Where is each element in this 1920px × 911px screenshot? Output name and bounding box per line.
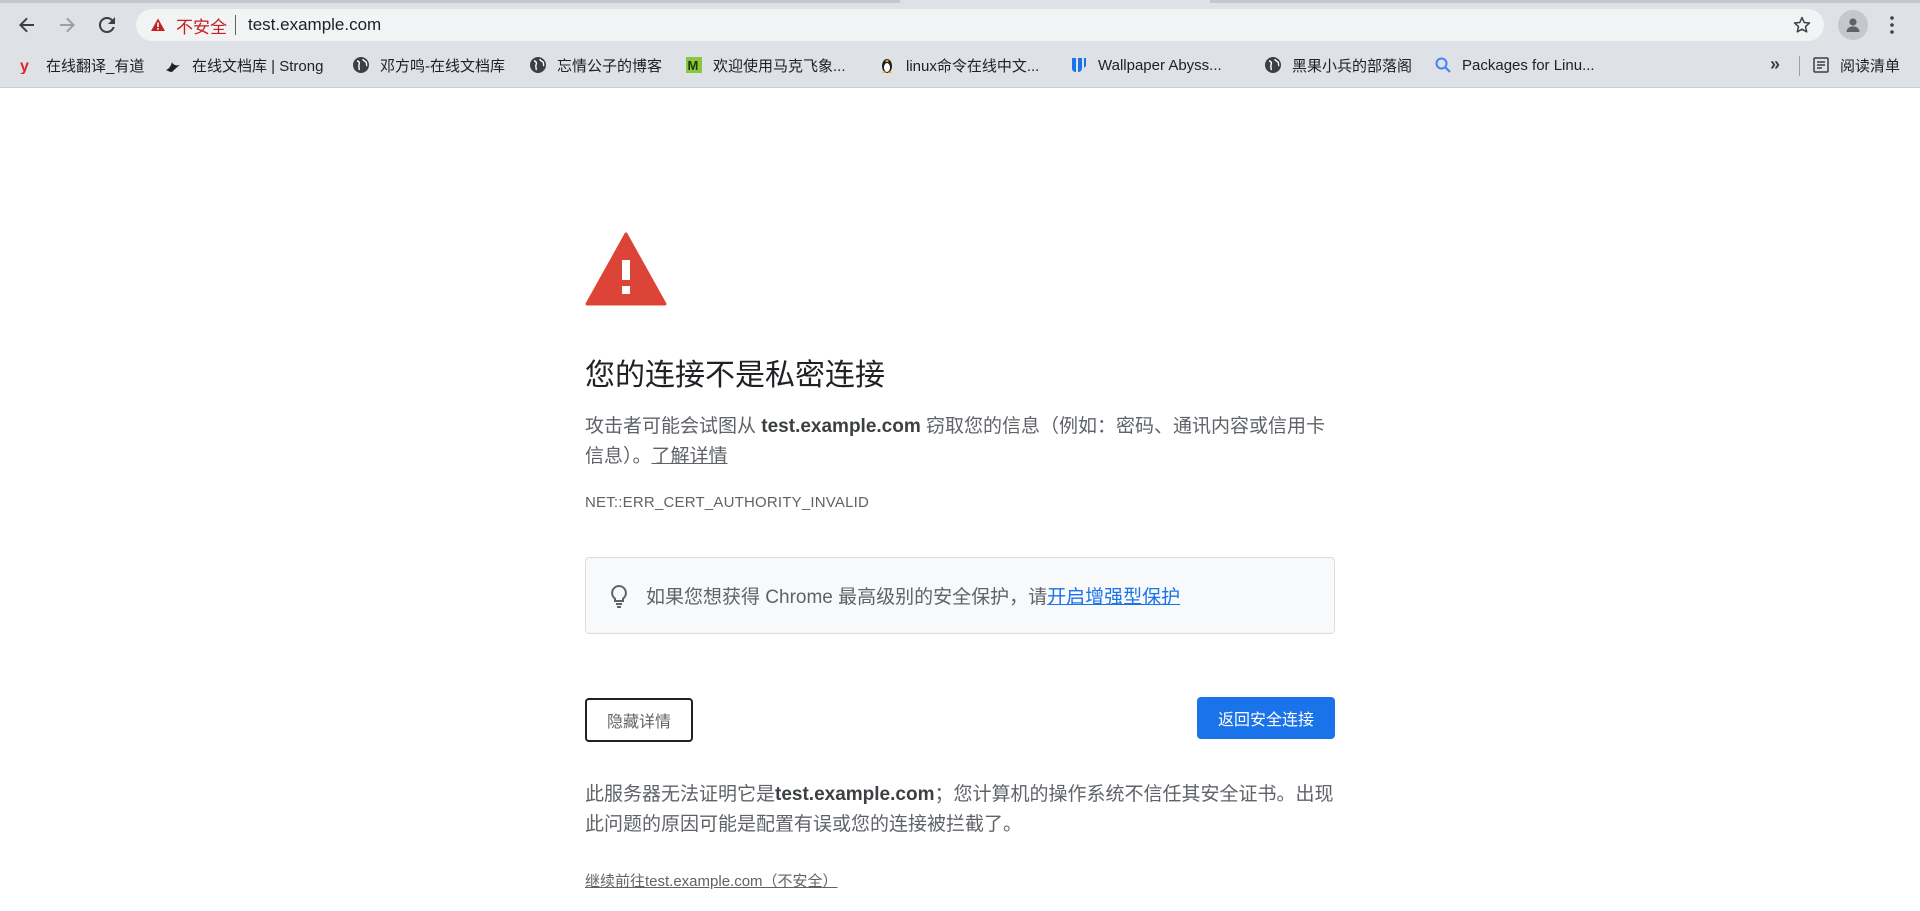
explanation-paragraph: 攻击者可能会试图从 test.example.com 窃取您的信息（例如：密码、… — [585, 412, 1335, 472]
reload-icon — [98, 16, 115, 33]
globe-icon — [529, 56, 547, 74]
kebab-menu-icon — [1890, 16, 1894, 34]
bookmark-label: linux命令在线中文... — [906, 57, 1040, 75]
star-icon[interactable] — [1792, 15, 1812, 35]
bookmark-label: Wallpaper Abyss... — [1098, 56, 1222, 74]
bookmark-item[interactable]: M 欢迎使用马克飞象... — [685, 52, 846, 78]
not-secure-warning-icon[interactable] — [150, 17, 166, 33]
bookmark-item[interactable]: 在线文档库 | Strong — [164, 52, 323, 78]
bookmark-label: 欢迎使用马克飞象... — [713, 57, 846, 75]
globe-icon — [1264, 56, 1282, 74]
globe-icon — [352, 56, 370, 74]
youdao-icon: y — [18, 56, 36, 74]
error-code[interactable]: NET::ERR_CERT_AUTHORITY_INVALID — [585, 494, 869, 511]
proceed-unsafe-link[interactable]: 继续前往test.example.com（不安全） — [585, 870, 838, 891]
bookmark-item[interactable]: 忘情公子的博客 — [529, 52, 662, 78]
bookmark-label: 黑果小兵的部落阁 — [1292, 57, 1413, 75]
bookmark-item[interactable]: linux命令在线中文... — [878, 52, 1039, 78]
learn-more-link[interactable]: 了解详情 — [652, 446, 728, 467]
enhanced-protection-box: 如果您想获得 Chrome 最高级别的安全保护，请开启增强型保护 — [585, 557, 1335, 634]
back-to-safety-button[interactable]: 返回安全连接 — [1197, 697, 1335, 739]
warning-triangle-icon — [585, 232, 667, 306]
explanation-text-pre: 攻击者可能会试图从 — [585, 416, 762, 437]
tab-strip-right — [1210, 0, 1920, 3]
bookmarks-divider — [1799, 56, 1800, 76]
svg-text:M: M — [688, 58, 699, 73]
details-text-pre: 此服务器无法证明它是 — [585, 784, 776, 805]
profile-avatar-button[interactable] — [1838, 10, 1868, 40]
browser-chrome: 不安全 test.example.com y 在线翻译_有道 在线文档库 | S… — [0, 0, 1920, 88]
omnibox[interactable]: 不安全 test.example.com — [136, 9, 1824, 41]
page-title: 您的连接不是私密连接 — [585, 359, 885, 392]
forward-nav-button[interactable] — [52, 10, 82, 40]
bookmarks-bar: y 在线翻译_有道 在线文档库 | Strong 邓方鸣-在线文档库 忘情公子的… — [0, 50, 1920, 80]
svg-text:y: y — [20, 58, 29, 74]
url-text[interactable]: test.example.com — [248, 15, 381, 35]
enable-enhanced-protection-link[interactable]: 开启增强型保护 — [1047, 587, 1180, 608]
bookmark-label: Packages for Linu... — [1462, 56, 1595, 74]
bookmark-label: 忘情公子的博客 — [557, 57, 663, 75]
bird-icon — [164, 56, 182, 74]
back-nav-button[interactable] — [12, 10, 42, 40]
menu-button[interactable] — [1882, 10, 1902, 40]
enhanced-protection-prompt: 如果您想获得 Chrome 最高级别的安全保护，请 — [646, 587, 1048, 608]
tab-strip — [0, 0, 900, 3]
bookmarks-overflow-button[interactable]: » — [1770, 54, 1780, 75]
person-icon — [1846, 18, 1860, 32]
reading-list-label: 阅读清单 — [1840, 57, 1901, 75]
bookmark-item[interactable]: 邓方鸣-在线文档库 — [352, 52, 505, 78]
wallpaper-icon — [1070, 56, 1088, 74]
bookmark-item[interactable]: 黑果小兵的部落阁 — [1264, 52, 1412, 78]
bookmark-item[interactable]: y 在线翻译_有道 — [18, 52, 144, 78]
enhanced-protection-text: 如果您想获得 Chrome 最高级别的安全保护，请开启增强型保护 — [646, 582, 1180, 609]
details-paragraph: 此服务器无法证明它是test.example.com；您计算机的操作系统不信任其… — [585, 780, 1335, 840]
details-host: test.example.com — [775, 784, 935, 805]
bookmark-label: 邓方鸣-在线文档库 — [380, 57, 505, 75]
explanation-host: test.example.com — [761, 416, 921, 437]
maxiang-icon: M — [685, 56, 703, 74]
not-secure-label[interactable]: 不安全 — [176, 13, 227, 38]
search-icon — [1434, 56, 1452, 74]
toolbar: 不安全 test.example.com — [0, 6, 1920, 44]
reading-list-icon — [1813, 57, 1829, 73]
hide-details-button[interactable]: 隐藏详情 — [585, 698, 693, 742]
omnibox-divider — [235, 15, 236, 35]
bookmark-label: 在线文档库 | Strong — [192, 57, 324, 75]
bookmark-item[interactable]: Packages for Linu... — [1434, 52, 1595, 78]
reading-list-button[interactable]: 阅读清单 — [1812, 52, 1900, 78]
bookmark-label: 在线翻译_有道 — [46, 57, 145, 75]
bookmark-item[interactable]: Wallpaper Abyss... — [1070, 52, 1222, 78]
reload-button[interactable] — [92, 10, 122, 40]
arrow-left-icon — [19, 17, 34, 33]
penguin-icon — [878, 56, 896, 74]
lightbulb-icon — [611, 584, 627, 608]
arrow-right-icon — [60, 17, 75, 33]
